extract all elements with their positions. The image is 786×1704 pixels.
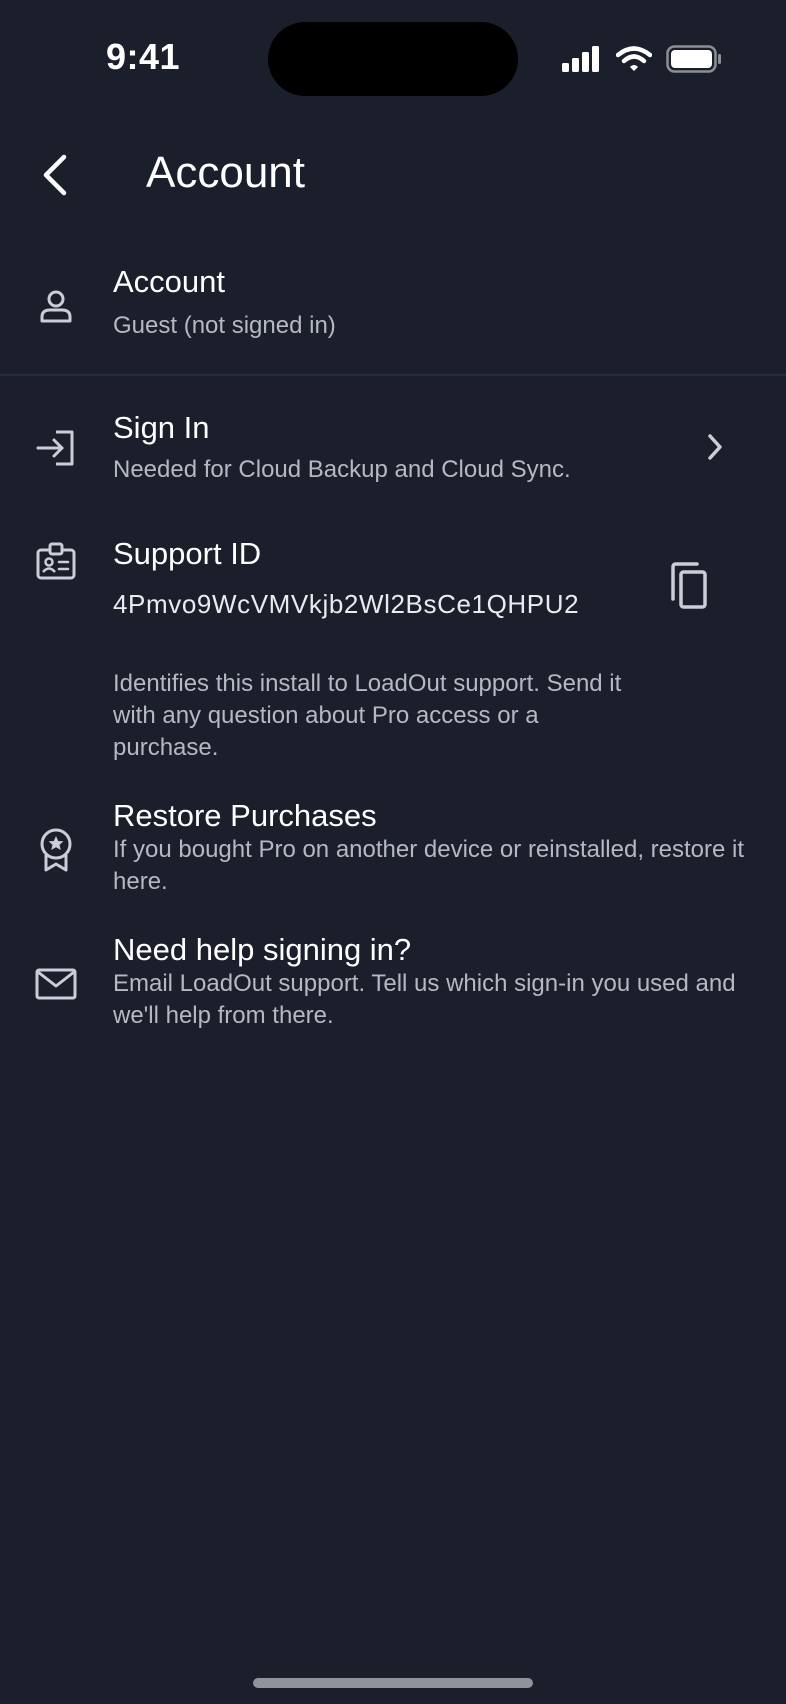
account-status: Guest (not signed in) [113, 312, 336, 339]
support-id-value: 4Pmvo9WcVMVkjb2Wl2BsCe1QHPU2 [113, 589, 580, 619]
sign-in-row[interactable]: Sign In Needed for Cloud Backup and Clou… [0, 404, 786, 504]
account-row: Account Guest (not signed in) [0, 258, 786, 358]
award-ribbon-icon [32, 826, 80, 874]
person-icon [32, 282, 80, 330]
account-title: Account [113, 264, 226, 299]
chevron-right-icon [698, 430, 732, 464]
copy-button[interactable] [664, 558, 714, 614]
battery-icon [666, 45, 721, 73]
support-id-title: Support ID [113, 536, 262, 571]
signal-icon [562, 46, 599, 72]
status-icons [562, 42, 722, 76]
section-divider [0, 374, 786, 376]
status-bar: 9:41 [0, 0, 786, 118]
need-help-title: Need help signing in? [113, 932, 412, 967]
login-arrow-icon [32, 424, 80, 472]
sign-in-subtitle: Needed for Cloud Backup and Cloud Sync. [113, 456, 571, 483]
header: Account [0, 130, 786, 220]
dynamic-island [268, 22, 518, 96]
support-id-description: Identifies this install to LoadOut suppo… [113, 670, 622, 761]
wifi-icon [616, 46, 652, 71]
need-help-row[interactable]: Need help signing in? Email LoadOut supp… [0, 930, 786, 1040]
copy-icon [671, 562, 707, 609]
status-time: 9:41 [106, 36, 181, 77]
need-help-subtitle: Email LoadOut support. Tell us which sig… [113, 970, 736, 1029]
home-indicator[interactable] [253, 1678, 533, 1688]
page-title: Account [146, 148, 305, 197]
chevron-left-icon [43, 154, 67, 196]
restore-purchases-subtitle: If you bought Pro on another device or r… [113, 836, 745, 895]
support-id-row: Support ID 4Pmvo9WcVMVkjb2Wl2BsCe1QHPU2 … [0, 532, 786, 768]
sign-in-title: Sign In [113, 410, 210, 445]
back-button[interactable] [30, 150, 80, 200]
restore-purchases-row[interactable]: Restore Purchases If you bought Pro on a… [0, 796, 786, 906]
id-badge-icon [32, 538, 80, 586]
mail-icon [32, 960, 80, 1008]
restore-purchases-title: Restore Purchases [113, 798, 377, 833]
